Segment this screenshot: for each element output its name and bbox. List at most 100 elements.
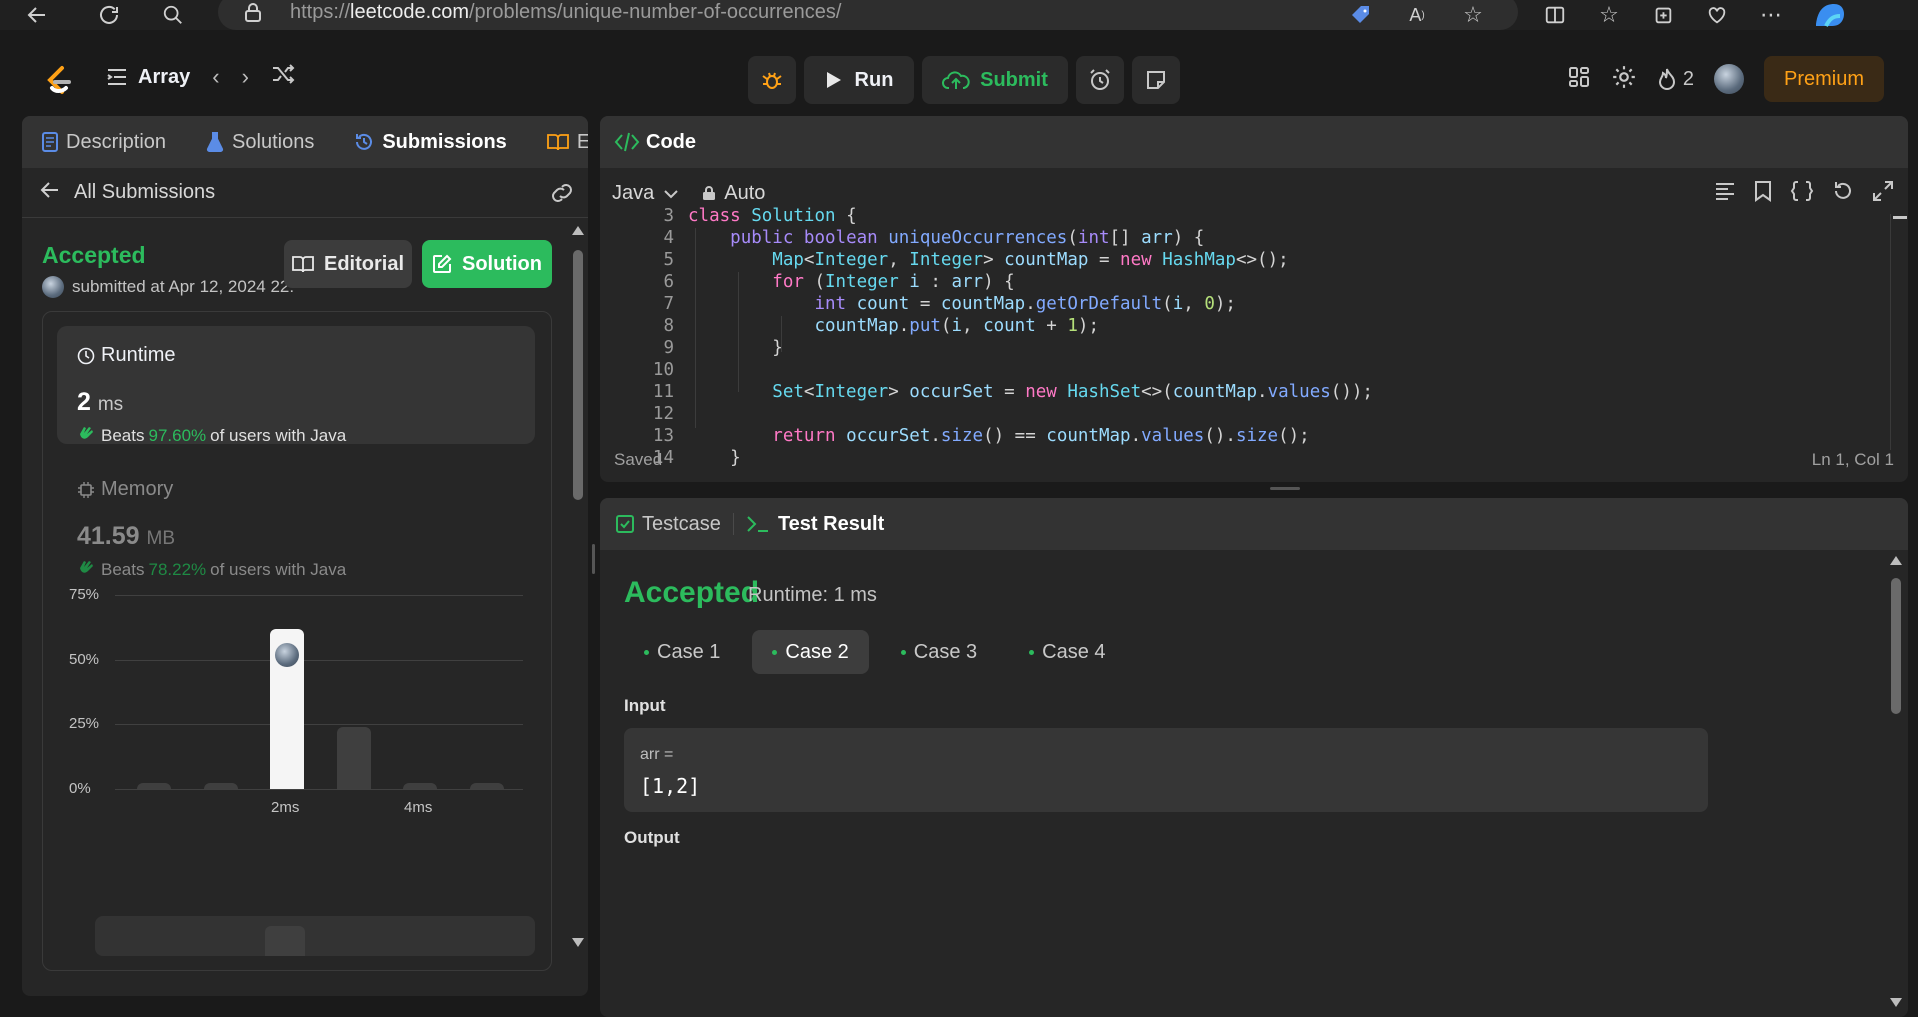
chart-bar[interactable]: [203, 783, 238, 789]
leetcode-logo-icon[interactable]: [42, 64, 76, 98]
more-options-icon[interactable]: ⋯: [1756, 0, 1786, 30]
chart-bar-user[interactable]: [270, 628, 304, 789]
bookmark-icon[interactable]: [1754, 180, 1772, 208]
language-select[interactable]: Java: [612, 182, 678, 205]
read-aloud-icon[interactable]: A): [1402, 0, 1432, 30]
run-button[interactable]: Run: [804, 56, 914, 104]
code-line-11: 11 Set<Integer> occurSet = new HashSet<>…: [600, 382, 1373, 404]
panel-resize-handle[interactable]: [1270, 487, 1300, 490]
left-panel-tabs: Description Solutions Submissions Editor…: [22, 116, 588, 168]
memory-card[interactable]: Memory 41.59 MB Beats 78.22% of users wi…: [57, 460, 535, 579]
next-problem-chevron-icon[interactable]: ›: [242, 64, 249, 90]
case-tab-1[interactable]: Case 1: [624, 630, 740, 674]
back-arrow-icon[interactable]: [22, 0, 52, 30]
runtime-card[interactable]: Runtime 2 ms Beats 97.60% of users with …: [57, 326, 535, 447]
post-solution-button[interactable]: Solution: [422, 240, 552, 288]
url-host: leetcode.com: [350, 0, 469, 23]
layout-grid-icon[interactable]: [1567, 65, 1591, 94]
code-line-8: 8 countMap.put(i, count + 1);: [600, 316, 1099, 338]
copilot-icon[interactable]: [1810, 0, 1850, 30]
settings-gear-icon[interactable]: [1611, 64, 1637, 95]
scroll-thumb[interactable]: [573, 250, 583, 500]
format-code-icon[interactable]: [1714, 180, 1736, 208]
curly-braces-icon[interactable]: [1790, 180, 1814, 208]
debug-button[interactable]: [748, 56, 796, 104]
user-avatar[interactable]: [1713, 64, 1744, 94]
streak-counter[interactable]: 2: [1657, 67, 1694, 91]
case-tab-2[interactable]: Case 2: [752, 630, 869, 674]
case-tabs: Case 1 Case 2 Case 3 Case 4: [624, 630, 1126, 674]
submitted-at-text: submitted at Apr 12, 2024 22:: [72, 277, 295, 296]
back-arrow-icon[interactable]: [40, 181, 60, 205]
search-icon[interactable]: [158, 0, 188, 30]
left-panel-scrollbar[interactable]: [572, 226, 584, 947]
pass-dot: [772, 649, 778, 655]
favorite-star-icon[interactable]: ☆: [1458, 0, 1488, 30]
beats-prefix: Beats: [101, 425, 145, 445]
play-icon: [826, 72, 841, 88]
random-problem-shuffle-icon[interactable]: [271, 64, 295, 90]
prev-problem-chevron-icon[interactable]: ‹: [212, 64, 219, 90]
chart-bar[interactable]: [137, 783, 171, 789]
tab-test-result[interactable]: Test Result: [746, 513, 884, 536]
scroll-down-arrow-icon[interactable]: [1890, 998, 1902, 1007]
output-label: Output: [624, 828, 680, 847]
chart-bar[interactable]: [403, 783, 437, 789]
runtime-beats: Beats 97.60% of users with Java: [77, 424, 346, 447]
problem-list-label: Array: [138, 65, 191, 88]
performance-stats-box: Runtime 2 ms Beats 97.60% of users with …: [42, 311, 552, 971]
tab-testcase[interactable]: Testcase: [616, 513, 721, 536]
collections-icon[interactable]: [1648, 0, 1678, 30]
line-number: 12: [652, 404, 674, 424]
case-tab-4[interactable]: Case 4: [1009, 630, 1125, 674]
tab-submissions[interactable]: Submissions: [354, 131, 507, 154]
scroll-up-arrow-icon[interactable]: [572, 226, 584, 235]
split-screen-icon[interactable]: [1540, 0, 1570, 30]
premium-button[interactable]: Premium: [1763, 56, 1884, 102]
chart-bar[interactable]: [469, 783, 504, 789]
memory-number: 41.59: [77, 522, 140, 550]
refresh-icon[interactable]: [94, 0, 124, 30]
tab-editorial[interactable]: Editorial: [546, 131, 588, 154]
scroll-thumb[interactable]: [1893, 216, 1907, 219]
submit-button[interactable]: Submit: [922, 56, 1068, 104]
code-editor[interactable]: 3 class Solution { 4 public boolean uniqu…: [600, 206, 1890, 468]
case-tab-3[interactable]: Case 3: [881, 630, 997, 674]
editorial-button[interactable]: Editorial: [284, 240, 412, 288]
tab-description[interactable]: Description: [42, 131, 166, 154]
chart-bar[interactable]: [336, 726, 371, 789]
favorites-icon[interactable]: ☆: [1594, 0, 1624, 30]
code-panel-title: Code: [646, 130, 696, 153]
autocomplete-mode[interactable]: Auto: [702, 182, 765, 205]
all-submissions-link[interactable]: All Submissions: [74, 181, 215, 204]
tab-solutions[interactable]: Solutions: [206, 131, 314, 154]
chart-y-tick-label: 75%: [69, 586, 100, 603]
problem-list-button[interactable]: Array: [106, 66, 190, 89]
timer-button[interactable]: [1076, 56, 1124, 104]
line-number: 10: [652, 360, 674, 380]
browser-essentials-icon[interactable]: [1702, 0, 1732, 30]
memory-value: 41.59 MB: [77, 522, 175, 551]
vertical-resize-handle[interactable]: [592, 544, 595, 574]
scroll-up-arrow-icon[interactable]: [1890, 556, 1902, 565]
scroll-thumb[interactable]: [1891, 578, 1901, 714]
fullscreen-icon[interactable]: [1872, 180, 1894, 208]
flask-icon: [206, 132, 224, 152]
code-line-12: 12: [600, 404, 674, 426]
coupon-tag-icon[interactable]: [1346, 0, 1376, 30]
notes-button[interactable]: [1132, 56, 1180, 104]
chart-range-slider[interactable]: [95, 916, 535, 956]
reset-code-icon[interactable]: [1832, 180, 1854, 208]
editor-scrollbar[interactable]: [1890, 214, 1908, 450]
pass-dot: [1029, 649, 1035, 655]
address-bar[interactable]: https://leetcode.com/problems/unique-num…: [218, 0, 1518, 30]
lock-icon: [245, 3, 261, 22]
case-label: Case 4: [1042, 640, 1106, 663]
pass-dot: [900, 649, 906, 655]
share-link-icon[interactable]: [550, 182, 574, 210]
range-handle[interactable]: [265, 926, 305, 956]
test-panel-scrollbar[interactable]: [1890, 556, 1902, 1008]
chart-gridline: [115, 595, 523, 596]
scroll-down-arrow-icon[interactable]: [572, 938, 584, 947]
language-label: Java: [612, 181, 655, 204]
